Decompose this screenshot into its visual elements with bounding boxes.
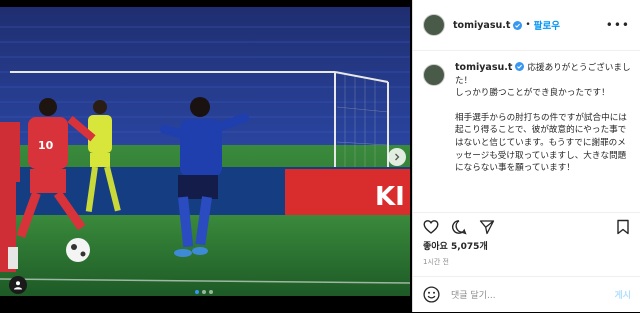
header-separator: • (525, 20, 531, 30)
bookmark-icon[interactable] (615, 219, 631, 235)
chevron-right-icon (395, 153, 400, 161)
heart-icon[interactable] (423, 219, 439, 235)
post-comment-button[interactable]: 게시 (614, 288, 631, 301)
avatar[interactable] (423, 14, 445, 36)
caption-body: tomiyasu.t 応援ありがとうございました！ しっかり勝つことができ良かった… (455, 62, 631, 175)
photo-soccer-scene: KI 10 (0, 7, 410, 296)
post-photo[interactable]: KI 10 (0, 7, 410, 296)
comment-icon[interactable] (451, 219, 467, 235)
post-viewer: KI 10 tomiyasu.t • 팔로우 ••• tomiyasu.t 応援… (0, 0, 640, 312)
carousel-indicator (195, 290, 213, 294)
more-options-button[interactable]: ••• (606, 18, 630, 32)
post-sidebar: tomiyasu.t • 팔로우 ••• tomiyasu.t 応援ありがとうござ… (412, 0, 640, 312)
caption-username[interactable]: tomiyasu.t (455, 62, 512, 73)
like-count[interactable]: 좋아요 5,075개 (423, 239, 488, 252)
follow-button[interactable]: 팔로우 (534, 18, 560, 32)
caption-paragraph-2: 相手選手からの肘打ちの件ですが試合中には起こり得ることで、彼が故意的にやった事で… (455, 112, 627, 174)
carousel-dot-2 (202, 290, 206, 294)
verified-badge-icon (513, 20, 523, 30)
header-username[interactable]: tomiyasu.t (453, 20, 510, 31)
caption: tomiyasu.t 応援ありがとうございました！ しっかり勝つことができ良かった… (423, 62, 631, 175)
user-tag-button[interactable] (9, 276, 27, 294)
verified-badge-icon (515, 62, 525, 71)
soccer-ball (66, 238, 90, 262)
caption-avatar[interactable] (423, 64, 445, 86)
svg-text:10: 10 (38, 139, 54, 152)
carousel-dot-3 (209, 290, 213, 294)
add-comment-bar: 댓글 달기... 게시 (413, 276, 640, 313)
comment-input[interactable]: 댓글 달기... (451, 288, 496, 301)
send-icon[interactable] (479, 219, 495, 235)
user-tag-icon (14, 281, 22, 290)
post-timestamp[interactable]: 1시간 전 (423, 257, 449, 267)
action-bar (413, 212, 640, 241)
emoji-icon[interactable] (423, 286, 440, 303)
post-header: tomiyasu.t • 팔로우 ••• (413, 0, 640, 51)
caption-line-2: しっかり勝つことができ良かったです！ (455, 88, 610, 99)
carousel-dot-1 (195, 290, 199, 294)
billboard-text: KI (375, 182, 405, 212)
next-image-button[interactable] (388, 148, 406, 166)
